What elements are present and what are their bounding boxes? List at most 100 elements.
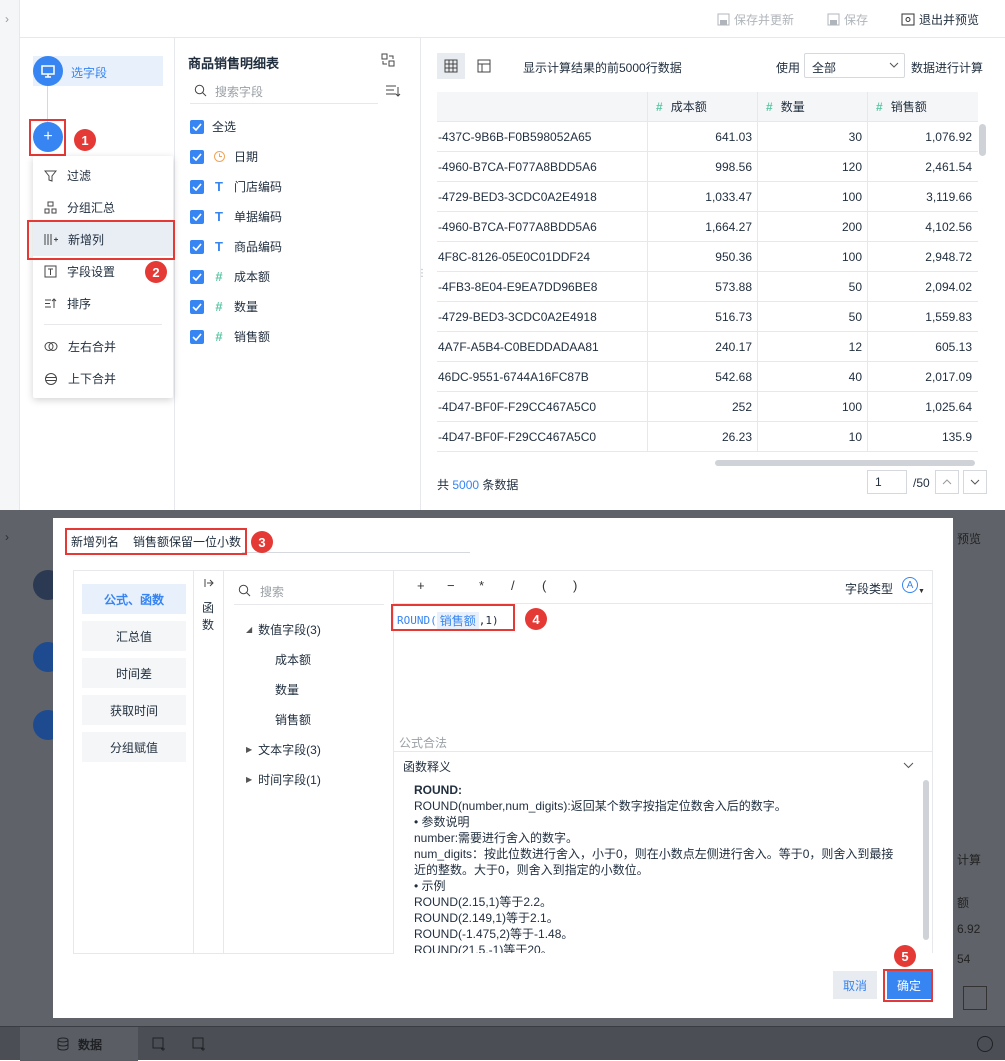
field-label: 销售额 <box>234 330 271 344</box>
operator-button[interactable]: ( <box>542 578 546 593</box>
save-button[interactable]: 保存 <box>827 11 868 28</box>
dialog-tab-2[interactable]: 时间差 <box>82 658 186 688</box>
formula-valid-status: 公式合法 <box>399 736 448 750</box>
menu-item-field-setting[interactable]: 字段设置 <box>44 263 115 280</box>
field-type-icon[interactable]: A <box>902 577 918 593</box>
menu-item-label: 上下合并 <box>68 372 117 386</box>
tree-item-quantity[interactable]: 数量 <box>275 681 299 698</box>
checkbox-checked-icon[interactable] <box>190 299 204 314</box>
table-row[interactable]: -4FB3-8E04-E9EA7DD96BE8 573.88 50 2,094.02 <box>437 272 978 302</box>
table-row[interactable]: -4D47-BF0F-F29CC467A5C0 26.23 10 135.9 <box>437 422 978 452</box>
tree-time-group[interactable]: ▶ 时间字段(1) <box>246 771 321 788</box>
cell-quantity: 100 <box>841 400 862 414</box>
column-header-label: 成本额 <box>670 100 707 114</box>
horizontal-scrollbar[interactable] <box>715 460 975 466</box>
table-row[interactable]: -4D47-BF0F-F29CC467A5C0 252 100 1,025.64 <box>437 392 978 422</box>
select-all-row[interactable]: 全选 <box>190 118 236 135</box>
resize-handle-icon[interactable]: ⋮ <box>417 268 427 279</box>
explain-scrollbar[interactable] <box>923 780 929 940</box>
field-row[interactable]: T 单据编码 <box>190 208 282 225</box>
table-row[interactable]: 46DC-9551-6744A16FC87B 542.68 40 2,017.09 <box>437 362 978 392</box>
total-prefix: 共 <box>437 478 450 492</box>
checkbox-checked-icon[interactable] <box>190 329 204 344</box>
menu-item-merge-lr[interactable]: 左右合并 <box>44 338 116 355</box>
cancel-button[interactable]: 取消 <box>833 971 877 999</box>
select-field-node[interactable]: 选字段 <box>33 56 163 86</box>
dialog-tab-3[interactable]: 获取时间 <box>82 695 186 725</box>
column-header-cost[interactable]: # 成本额 <box>647 92 757 122</box>
tree-text-group[interactable]: ▶ 文本字段(3) <box>246 741 321 758</box>
table-row[interactable]: 4F8C-8126-05E0C01DDF24 950.36 100 2,948.72 <box>437 242 978 272</box>
cell-sales: 605.13 <box>935 340 972 354</box>
menu-item-filter[interactable]: 过滤 <box>44 167 91 184</box>
page-input[interactable]: 1 <box>867 470 907 494</box>
field-row[interactable]: 日期 <box>190 148 258 165</box>
dialog-tab-1[interactable]: 汇总值 <box>82 621 186 651</box>
explain-line: ROUND(number,num_digits):返回某个数字按指定位数舍入后的… <box>414 799 787 813</box>
save-update-icon <box>717 13 730 26</box>
dialog-tab-4[interactable]: 分组赋值 <box>82 732 186 762</box>
data-tab[interactable]: 数据 <box>20 1027 138 1061</box>
expand-function-icon[interactable] <box>204 578 214 588</box>
save-update-button[interactable]: 保存并更新 <box>717 11 794 28</box>
number-hash-icon: # <box>876 99 883 114</box>
calc-scope-select[interactable]: 全部 <box>804 53 905 78</box>
number-hash-icon: # <box>656 99 663 114</box>
expand-chevron-icon[interactable]: › <box>5 12 9 26</box>
operator-button[interactable]: / <box>511 578 515 593</box>
vertical-scrollbar[interactable] <box>979 124 986 156</box>
table-row[interactable]: -437C-9B6B-F0B598052A65 641.03 30 1,076.92 <box>437 122 978 152</box>
menu-item-label: 左右合并 <box>68 340 117 354</box>
field-row[interactable]: # 数量 <box>190 298 258 315</box>
column-header-id[interactable] <box>437 92 647 122</box>
checkbox-checked-icon[interactable] <box>190 179 204 194</box>
field-search-input[interactable]: 搜索字段 <box>190 80 378 104</box>
operator-button[interactable]: + <box>417 578 425 593</box>
tree-item-cost[interactable]: 成本额 <box>275 651 311 668</box>
sort-fields-icon[interactable] <box>385 83 401 99</box>
checkbox-checked-icon[interactable] <box>190 149 204 164</box>
menu-item-group[interactable]: 分组汇总 <box>44 199 115 216</box>
dialog-tab-0[interactable]: 公式、函数 <box>82 584 186 614</box>
menu-item-merge-ud[interactable]: 上下合并 <box>44 370 116 387</box>
tree-item-sales[interactable]: 销售额 <box>275 711 311 728</box>
explain-header[interactable]: 函数释义 <box>394 751 932 779</box>
preview-icon <box>901 13 915 26</box>
tree-numeric-group[interactable]: ◢ 数值字段(3) <box>246 621 321 638</box>
table-row[interactable]: -4729-BED3-3CDC0A2E4918 516.73 50 1,559.83 <box>437 302 978 332</box>
menu-item-sort[interactable]: 排序 <box>44 295 91 312</box>
function-label[interactable]: 函数 <box>202 600 216 634</box>
table-row[interactable]: -4729-BED3-3CDC0A2E4918 1,033.47 100 3,119.… <box>437 182 978 212</box>
step-badge-2: 2 <box>145 261 167 283</box>
checkbox-checked-icon[interactable] <box>190 119 204 134</box>
page-down-button[interactable] <box>963 470 987 494</box>
column-header-sales[interactable]: # 销售额 <box>867 92 978 122</box>
checkbox-checked-icon[interactable] <box>190 239 204 254</box>
collapsed-sidebar: › <box>0 0 20 510</box>
field-row[interactable]: T 门店编码 <box>190 178 282 195</box>
field-row[interactable]: # 成本额 <box>190 268 270 285</box>
field-row[interactable]: # 销售额 <box>190 328 270 345</box>
table-row[interactable]: 4A7F-A5B4-C0BEDDADAA81 240.17 12 605.13 <box>437 332 978 362</box>
grid-icon <box>444 59 458 73</box>
caret-right-icon: ▶ <box>246 775 253 784</box>
chevron-down-icon[interactable] <box>903 762 914 769</box>
checkbox-checked-icon[interactable] <box>190 269 204 284</box>
checkbox-checked-icon[interactable] <box>190 209 204 224</box>
exit-preview-button[interactable]: 退出并预览 <box>901 11 979 28</box>
operator-button[interactable]: − <box>447 578 455 593</box>
table-row[interactable]: -4960-B7CA-F077A8BDD5A6 1,664.27 200 4,102.… <box>437 212 978 242</box>
table-row[interactable]: -4960-B7CA-F077A8BDD5A6 998.56 120 2,461.54 <box>437 152 978 182</box>
tree-search-input[interactable]: 搜索 <box>260 583 284 600</box>
layout-view-icon[interactable] <box>477 59 491 73</box>
page-up-button[interactable] <box>935 470 959 494</box>
top-toolbar: 保存并更新 保存 退出并预览 <box>20 0 1005 38</box>
switch-table-icon[interactable] <box>381 53 395 67</box>
field-label: 数量 <box>234 300 259 314</box>
save-icon <box>827 13 840 26</box>
operator-button[interactable]: ) <box>573 578 577 593</box>
operator-button[interactable]: * <box>479 578 484 593</box>
column-header-quantity[interactable]: # 数量 <box>757 92 867 122</box>
grid-view-button[interactable] <box>437 53 465 79</box>
field-row[interactable]: T 商品编码 <box>190 238 282 255</box>
